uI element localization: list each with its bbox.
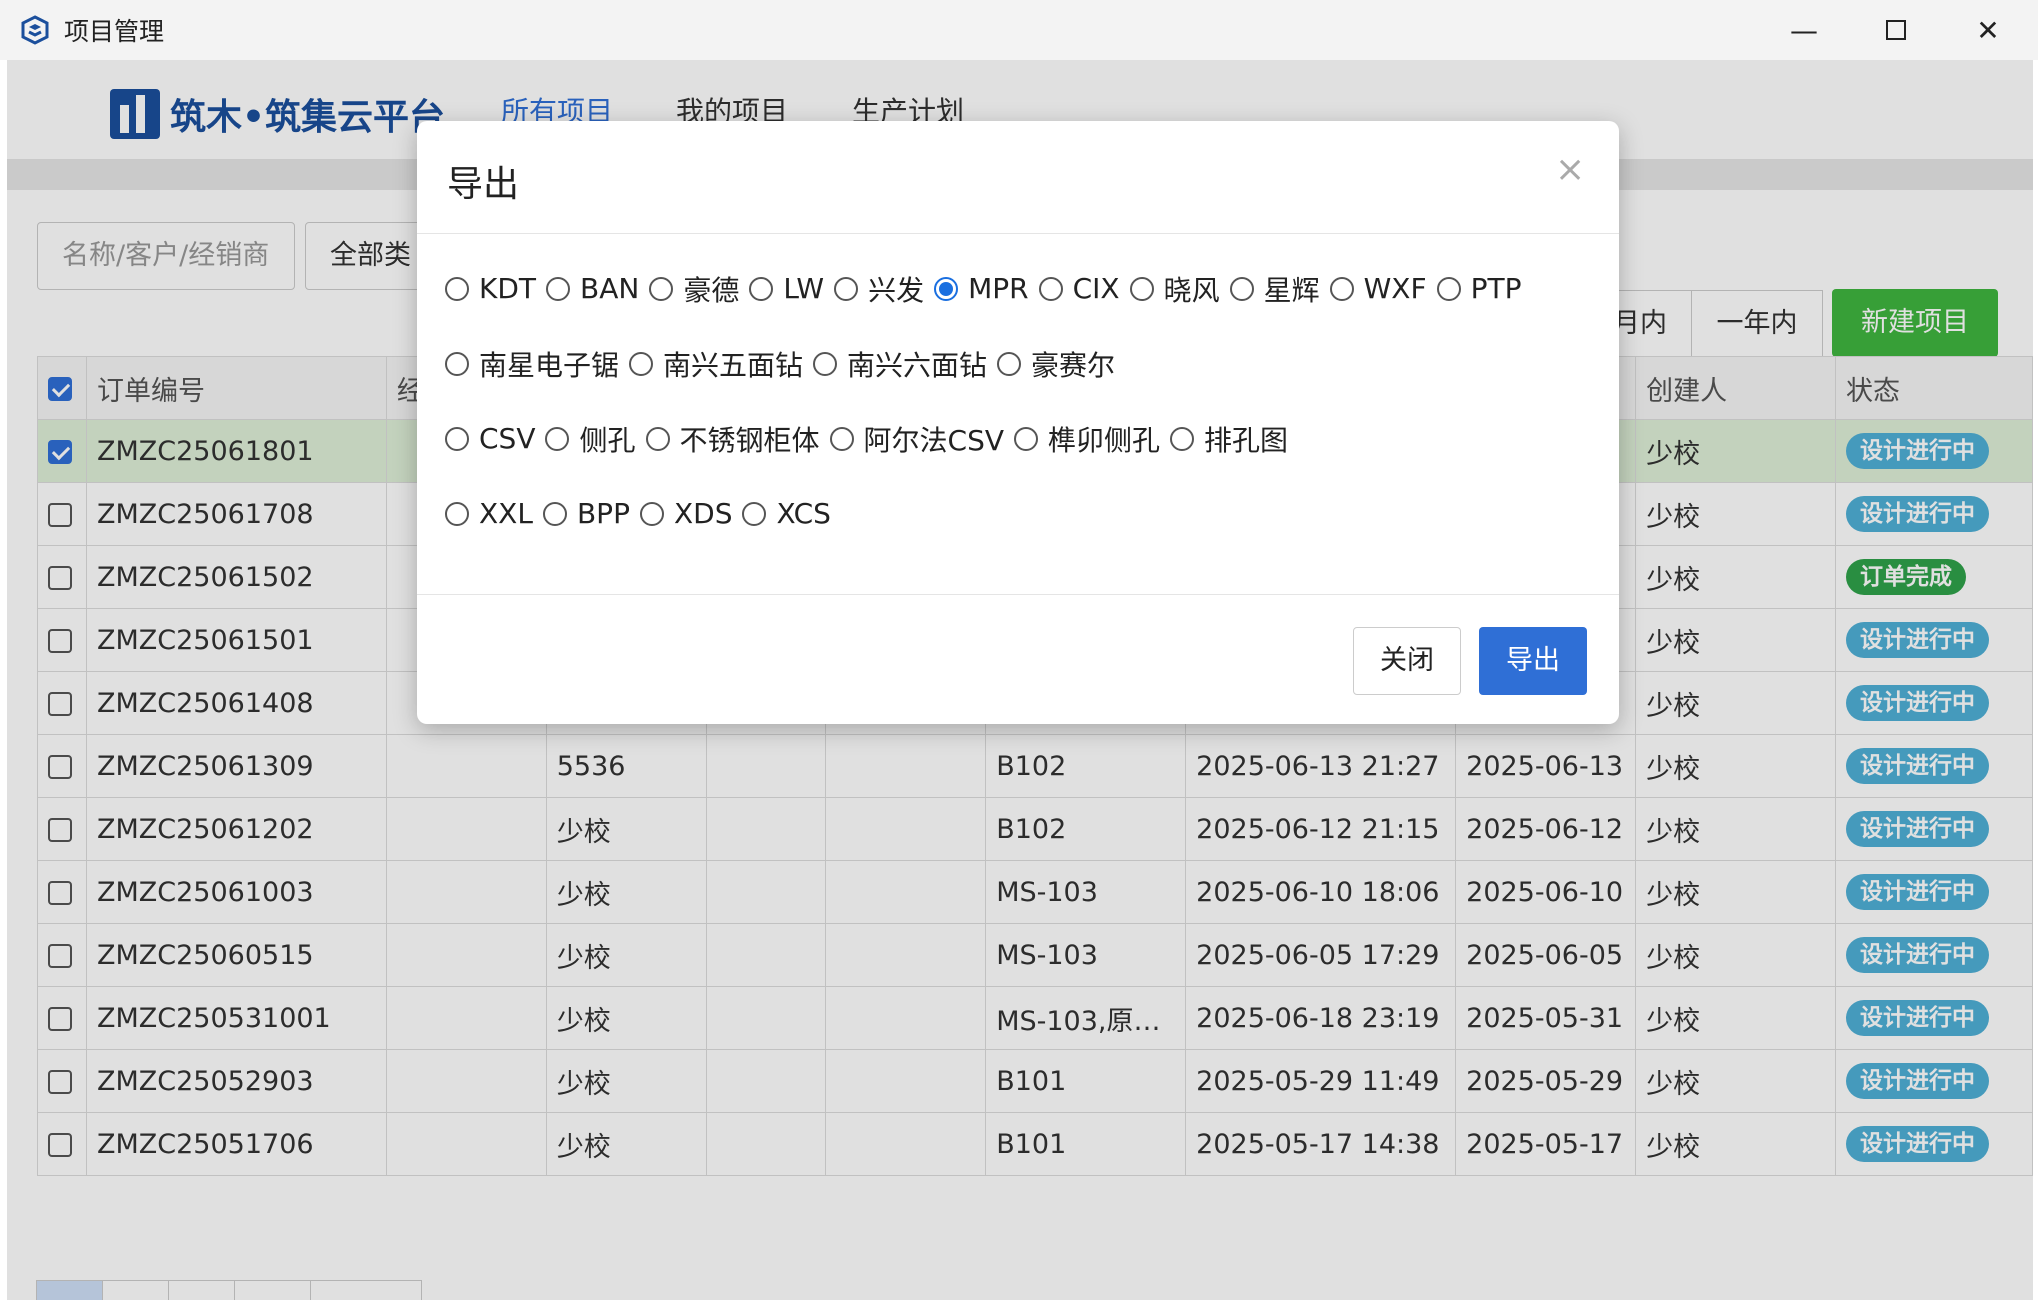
radio-row: XXL BPP XDS XCS: [445, 476, 1595, 551]
minimize-button[interactable]: —: [1758, 0, 1850, 60]
radio-button[interactable]: [445, 501, 469, 526]
radio-label: XCS: [776, 497, 831, 530]
radio-label: 兴发: [868, 273, 925, 307]
radio-label: WXF: [1363, 272, 1427, 305]
radio-button[interactable]: [749, 276, 774, 301]
radio-row: 南星电子锯 南兴五面钻 南兴六面钻 豪赛尔: [445, 326, 1595, 401]
export-format-option[interactable]: CSV: [445, 422, 535, 455]
radio-label: CIX: [1072, 272, 1120, 305]
radio-button[interactable]: [829, 426, 854, 451]
radio-label: XDS: [673, 497, 733, 530]
export-format-option[interactable]: MPR: [934, 272, 1029, 305]
export-format-option[interactable]: CIX: [1038, 272, 1120, 305]
window-title: 项目管理: [64, 17, 165, 46]
radio-button[interactable]: [649, 276, 674, 301]
export-format-option[interactable]: 豪德: [649, 269, 739, 309]
export-format-option[interactable]: XDS: [639, 497, 733, 530]
export-format-option[interactable]: 排孔图: [1170, 419, 1288, 459]
radio-button[interactable]: [1329, 276, 1354, 301]
export-format-option[interactable]: 榫卯侧孔: [1014, 419, 1160, 459]
export-format-option[interactable]: 星辉: [1229, 269, 1320, 309]
dialog-close-button[interactable]: 关闭: [1353, 627, 1461, 695]
radio-label: MPR: [968, 272, 1029, 305]
export-dialog-header: 导出 ×: [417, 121, 1619, 234]
radio-button[interactable]: [1038, 276, 1063, 301]
export-format-option[interactable]: 南星电子锯: [445, 344, 619, 384]
radio-label: LW: [783, 272, 825, 305]
export-format-option[interactable]: 晓风: [1129, 269, 1220, 309]
radio-button[interactable]: [645, 426, 670, 451]
export-format-option[interactable]: WXF: [1329, 272, 1427, 305]
export-format-option[interactable]: 南兴六面钻: [813, 344, 987, 384]
radio-label: BPP: [576, 497, 630, 530]
radio-button[interactable]: [542, 501, 567, 526]
radio-label: 南兴五面钻: [663, 348, 804, 382]
radio-button[interactable]: [445, 426, 469, 451]
export-dialog-footer: 关闭 导出: [417, 594, 1619, 724]
radio-button[interactable]: [1229, 276, 1254, 301]
export-format-option[interactable]: 不锈钢柜体: [645, 419, 820, 459]
minimize-icon: —: [1790, 13, 1818, 47]
radio-label: 阿尔法CSV: [863, 423, 1004, 457]
export-format-options: KDT BAN 豪德 LW 兴发 MPR CIX 晓风 星辉 WXF PTP 南星电子锯 南兴五面钻 南兴…: [445, 234, 1595, 594]
radio-label: 不锈钢柜体: [679, 423, 820, 457]
radio-label: 南兴六面钻: [847, 348, 988, 382]
radio-label: BAN: [580, 272, 640, 305]
radio-button[interactable]: [834, 276, 859, 301]
radio-button[interactable]: [1170, 426, 1195, 451]
radio-button[interactable]: [1436, 276, 1461, 301]
radio-label: 星辉: [1263, 273, 1320, 307]
radio-label: PTP: [1470, 272, 1522, 305]
export-format-option[interactable]: 侧孔: [545, 419, 636, 459]
radio-label: 晓风: [1163, 273, 1220, 307]
radio-button[interactable]: [445, 276, 469, 301]
maximize-icon: [1886, 20, 1906, 40]
radio-label: 排孔图: [1204, 423, 1289, 457]
radio-label: 榫卯侧孔: [1048, 423, 1161, 457]
radio-button[interactable]: [1129, 276, 1154, 301]
export-dialog-title: 导出: [447, 164, 520, 205]
export-format-option[interactable]: PTP: [1436, 272, 1522, 305]
export-format-option[interactable]: 阿尔法CSV: [829, 419, 1004, 459]
radio-label: KDT: [479, 272, 537, 305]
radio-button[interactable]: [546, 276, 571, 301]
radio-row: KDT BAN 豪德 LW 兴发 MPR CIX 晓风 星辉 WXF PTP: [445, 251, 1595, 326]
export-format-option[interactable]: 南兴五面钻: [629, 344, 803, 384]
radio-label: 南星电子锯: [479, 348, 620, 382]
export-format-option[interactable]: XXL: [445, 497, 533, 530]
radio-label: 侧孔: [579, 423, 636, 457]
export-format-option[interactable]: XCS: [742, 497, 831, 530]
radio-row: CSV 侧孔 不锈钢柜体 阿尔法CSV 榫卯侧孔 排孔图: [445, 401, 1595, 476]
radio-button[interactable]: [629, 351, 654, 376]
radio-button[interactable]: [639, 501, 664, 526]
close-icon: ✕: [1976, 13, 2000, 47]
export-format-option[interactable]: 豪赛尔: [997, 344, 1115, 384]
radio-label: 豪德: [683, 273, 740, 307]
export-format-option[interactable]: BAN: [546, 272, 639, 305]
export-format-option[interactable]: KDT: [445, 272, 536, 305]
radio-button[interactable]: [813, 351, 838, 376]
radio-button[interactable]: [997, 351, 1022, 376]
dialog-close-icon[interactable]: ×: [1555, 149, 1585, 190]
export-format-option[interactable]: LW: [749, 272, 824, 305]
window-titlebar: 项目管理 — ✕: [0, 0, 2038, 60]
radio-button[interactable]: [742, 501, 767, 526]
radio-button[interactable]: [934, 276, 959, 301]
radio-label: 豪赛尔: [1031, 348, 1116, 382]
radio-label: XXL: [479, 497, 533, 530]
export-format-option[interactable]: 兴发: [834, 269, 924, 309]
maximize-button[interactable]: [1850, 0, 1942, 60]
close-window-button[interactable]: ✕: [1942, 0, 2034, 60]
radio-button[interactable]: [545, 426, 570, 451]
radio-button[interactable]: [1014, 426, 1038, 451]
dialog-export-button[interactable]: 导出: [1479, 627, 1587, 695]
app-icon: [21, 15, 49, 45]
radio-label: CSV: [479, 422, 536, 455]
export-format-option[interactable]: BPP: [542, 497, 630, 530]
radio-button[interactable]: [445, 351, 469, 376]
export-dialog: 导出 × KDT BAN 豪德 LW 兴发 MPR CIX 晓风 星辉 WXF PTP 南星电子锯 南兴…: [417, 121, 1619, 724]
